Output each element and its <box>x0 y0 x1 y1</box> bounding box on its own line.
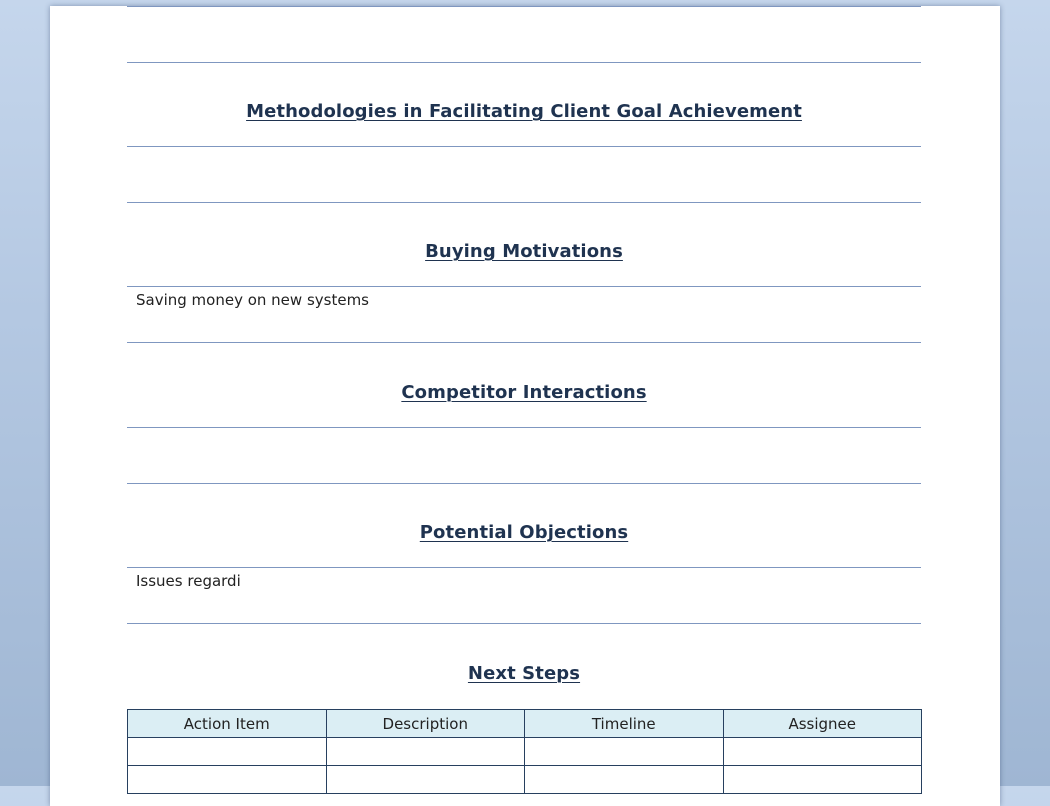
heading-potential-objections: Potential Objections <box>419 522 629 543</box>
document-page[interactable]: Methodologies in Facilitating Client Goa… <box>50 6 1000 806</box>
table-header-row: Action Item Description Timeline Assigne… <box>127 709 922 738</box>
table-cell[interactable] <box>127 737 327 766</box>
column-header-assignee[interactable]: Assignee <box>722 709 922 738</box>
heading-competitor-interactions: Competitor Interactions <box>401 382 647 403</box>
potential-objections-text[interactable]: Issues regardi <box>136 571 241 591</box>
column-header-description[interactable]: Description <box>325 709 525 738</box>
table-cell[interactable] <box>524 737 724 766</box>
section-divider <box>127 286 921 287</box>
section-divider <box>127 6 921 7</box>
heading-next-steps: Next Steps <box>467 663 581 684</box>
table-cell[interactable] <box>524 765 724 794</box>
table-row <box>127 765 922 794</box>
column-header-timeline[interactable]: Timeline <box>524 709 724 738</box>
section-divider <box>127 342 921 343</box>
section-divider <box>127 623 921 624</box>
heading-methodologies: Methodologies in Facilitating Client Goa… <box>246 101 802 122</box>
section-divider <box>127 146 921 147</box>
section-divider <box>127 427 921 428</box>
table-cell[interactable] <box>127 765 327 794</box>
next-steps-table: Action Item Description Timeline Assigne… <box>127 709 922 794</box>
table-cell[interactable] <box>722 737 922 766</box>
table-cell[interactable] <box>325 765 525 794</box>
section-divider <box>127 567 921 568</box>
section-divider <box>127 483 921 484</box>
heading-buying-motivations: Buying Motivations <box>425 241 623 262</box>
table-cell[interactable] <box>722 765 922 794</box>
column-header-action-item[interactable]: Action Item <box>127 709 327 738</box>
table-cell[interactable] <box>325 737 525 766</box>
section-divider <box>127 202 921 203</box>
section-divider <box>127 62 921 63</box>
table-row <box>127 737 922 766</box>
buying-motivations-text[interactable]: Saving money on new systems <box>136 290 369 310</box>
